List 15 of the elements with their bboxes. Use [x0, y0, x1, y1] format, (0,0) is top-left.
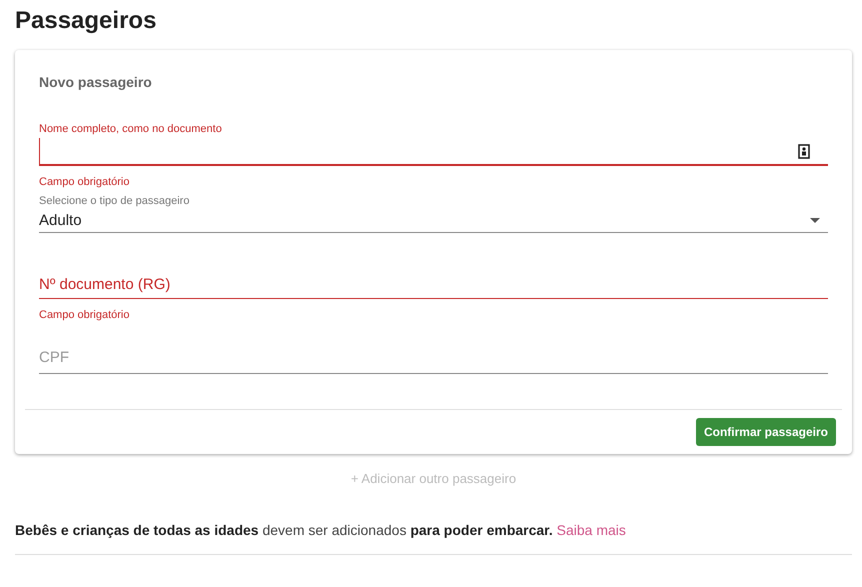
- learn-more-link[interactable]: Saiba mais: [556, 522, 626, 538]
- field-label: Nome completo, como no documento: [39, 122, 223, 136]
- dropdown-caret-icon: [810, 218, 820, 222]
- notice-text: Bebês e crianças de todas as idades devem ser adicionados para poder embarcar.: [15, 522, 553, 538]
- page-title: Passageiros: [15, 6, 158, 36]
- input-field[interactable]: Nº documento (RG): [39, 271, 828, 299]
- input-field[interactable]: CPF: [39, 342, 828, 374]
- input-field[interactable]: [39, 138, 828, 166]
- passenger-type-select[interactable]: Adulto: [39, 208, 828, 233]
- card-heading: Novo passageiro: [39, 74, 153, 90]
- error-message: Campo obrigatório: [39, 308, 130, 322]
- field-label: Selecione o tipo de passageiro: [39, 194, 190, 208]
- contact-card-icon[interactable]: [798, 144, 810, 159]
- error-message: Campo obrigatório: [39, 175, 130, 189]
- confirm-button[interactable]: Confirmar passageiro: [696, 418, 836, 446]
